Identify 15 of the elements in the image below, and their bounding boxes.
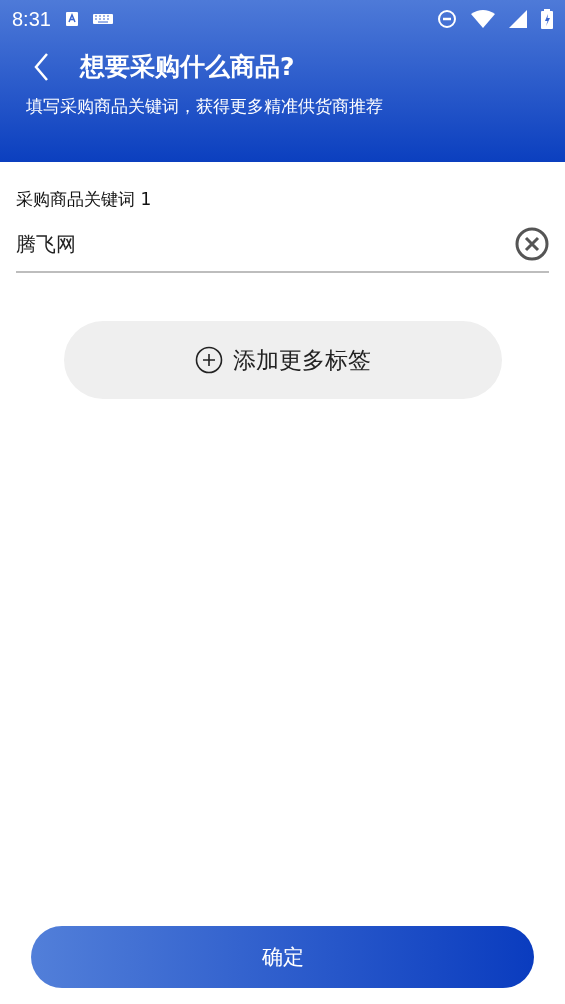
signal-icon xyxy=(509,10,527,28)
status-time: 8:31 xyxy=(12,7,51,31)
page-subtitle: 填写采购商品关键词，获得更多精准供货商推荐 xyxy=(25,95,384,118)
input-field[interactable]: 腾飞网 xyxy=(16,217,549,273)
do-not-disturb-icon xyxy=(437,9,457,29)
keyboard-app-icon xyxy=(64,11,79,27)
wifi-icon xyxy=(471,10,495,28)
confirm-button[interactable]: 确定 xyxy=(31,926,534,988)
page-title: 想要采购什么商品? xyxy=(80,51,295,83)
field-label: 采购商品关键词 1 xyxy=(16,188,153,211)
plus-circle-icon xyxy=(194,346,223,374)
clear-icon[interactable] xyxy=(515,227,549,261)
keyboard-icon xyxy=(92,14,113,24)
battery-charging-icon xyxy=(541,9,553,29)
add-tag-button[interactable]: 添加更多标签 xyxy=(63,321,502,399)
